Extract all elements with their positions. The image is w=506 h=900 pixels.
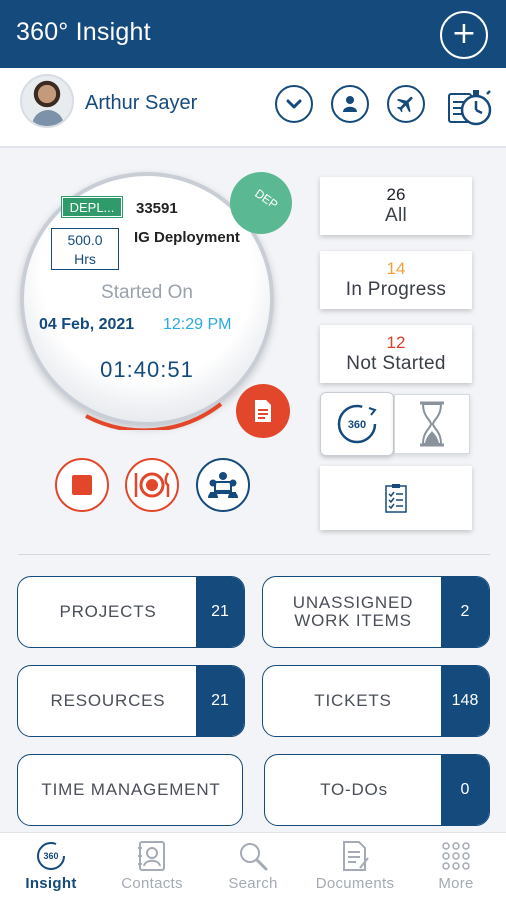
- stat-label-in-progress: In Progress: [345, 279, 447, 300]
- more-grid-icon: [439, 839, 473, 873]
- user-icon: [343, 96, 357, 112]
- todos-tile[interactable]: TO-DOs 0: [264, 754, 490, 826]
- unassigned-label: UNASSIGNED WORK ITEMS: [263, 577, 443, 647]
- task-type-tag: DEPL...: [61, 196, 123, 218]
- projects-label: PROJECTS: [59, 602, 157, 621]
- timesheet-timer-icon[interactable]: [446, 80, 494, 132]
- timer-view-toggle[interactable]: [394, 394, 470, 454]
- project-name: IG Deployment: [134, 229, 240, 246]
- stat-count-in-progress: 14: [386, 259, 406, 278]
- started-time: 12:29 PM: [163, 316, 232, 333]
- document-icon: [255, 400, 271, 422]
- nav-documents[interactable]: Documents: [305, 833, 405, 900]
- hourglass-icon: [420, 401, 444, 447]
- tickets-count: 148: [441, 666, 489, 736]
- deployment-badge: DEP: [230, 172, 292, 234]
- todos-label: TO-DOs: [320, 780, 388, 799]
- insight-360-icon: 360: [337, 404, 377, 444]
- insight-view-toggle[interactable]: 360: [320, 392, 394, 456]
- contacts-icon: [135, 839, 169, 873]
- chevron-down-icon: [286, 99, 302, 109]
- checklist-card[interactable]: [320, 466, 472, 530]
- nav-search[interactable]: Search: [203, 833, 303, 900]
- filter-all-card[interactable]: 26 All: [320, 177, 472, 235]
- resources-count: 21: [196, 666, 244, 736]
- stat-count-not-started: 12: [386, 333, 406, 352]
- app-title: 360° Insight: [16, 18, 151, 46]
- airplane-icon: [396, 96, 413, 113]
- started-date: 04 Feb, 2021: [39, 316, 135, 333]
- hours-box: 500.0 Hrs: [51, 228, 119, 270]
- expand-button[interactable]: [275, 85, 313, 123]
- meeting-icon: [208, 472, 238, 498]
- time-management-tile[interactable]: TIME MANAGEMENT: [17, 754, 243, 826]
- meeting-button[interactable]: [196, 458, 250, 512]
- tickets-label: TICKETS: [314, 691, 392, 710]
- add-button[interactable]: +: [440, 11, 488, 59]
- nav-documents-label: Documents: [315, 875, 395, 892]
- unassigned-label-line1: UNASSIGNED: [292, 593, 414, 612]
- user-bar: Arthur Sayer: [0, 68, 506, 148]
- stat-label-not-started: Not Started: [346, 353, 446, 374]
- time-management-label: TIME MANAGEMENT: [41, 780, 221, 799]
- svg-text:360: 360: [43, 851, 58, 861]
- resources-tile[interactable]: RESOURCES 21: [17, 665, 245, 737]
- nav-search-label: Search: [228, 875, 278, 892]
- user-name[interactable]: Arthur Sayer: [85, 92, 197, 115]
- task-id: 33591: [136, 200, 178, 217]
- stop-icon: [72, 475, 92, 495]
- projects-count: 21: [196, 577, 244, 647]
- travel-button[interactable]: [387, 85, 425, 123]
- documents-icon: [338, 839, 372, 873]
- bottom-navigation: 360 Insight Contacts Search Documents Mo…: [0, 832, 506, 900]
- section-divider: [18, 554, 490, 555]
- app-header: 360° Insight +: [0, 0, 506, 68]
- stop-button[interactable]: [55, 458, 109, 512]
- nav-more[interactable]: More: [406, 833, 506, 900]
- filter-in-progress-card[interactable]: 14 In Progress: [320, 251, 472, 309]
- nav-contacts-label: Contacts: [121, 875, 183, 892]
- meal-break-button[interactable]: [125, 458, 179, 512]
- avatar[interactable]: [20, 74, 74, 128]
- stat-count-all: 26: [386, 185, 406, 204]
- svg-text:360: 360: [348, 419, 366, 431]
- task-document-button[interactable]: [236, 384, 290, 438]
- nav-more-label: More: [438, 875, 474, 892]
- profile-button[interactable]: [331, 85, 369, 123]
- nav-insight[interactable]: 360 Insight: [1, 833, 101, 900]
- hours-value: 500.0: [67, 232, 103, 248]
- nav-contacts[interactable]: Contacts: [102, 833, 202, 900]
- unassigned-count: 2: [441, 577, 489, 647]
- tickets-tile[interactable]: TICKETS 148: [262, 665, 490, 737]
- projects-tile[interactable]: PROJECTS 21: [17, 576, 245, 648]
- insight-nav-icon: 360: [34, 839, 68, 873]
- elapsed-timer: 01:40:51: [100, 357, 194, 382]
- started-on-label: Started On: [101, 282, 193, 303]
- unassigned-label-line2: WORK ITEMS: [294, 611, 412, 630]
- resources-label: RESOURCES: [50, 691, 166, 710]
- search-icon: [236, 839, 270, 873]
- unassigned-work-items-tile[interactable]: UNASSIGNED WORK ITEMS 2: [262, 576, 490, 648]
- todos-count: 0: [441, 755, 489, 825]
- stat-label-all: All: [384, 205, 407, 226]
- filter-not-started-card[interactable]: 12 Not Started: [320, 325, 472, 383]
- checklist-icon: [385, 484, 407, 513]
- plate-cutlery-icon: [134, 472, 170, 498]
- nav-insight-label: Insight: [25, 875, 77, 892]
- hours-unit: Hrs: [74, 251, 96, 267]
